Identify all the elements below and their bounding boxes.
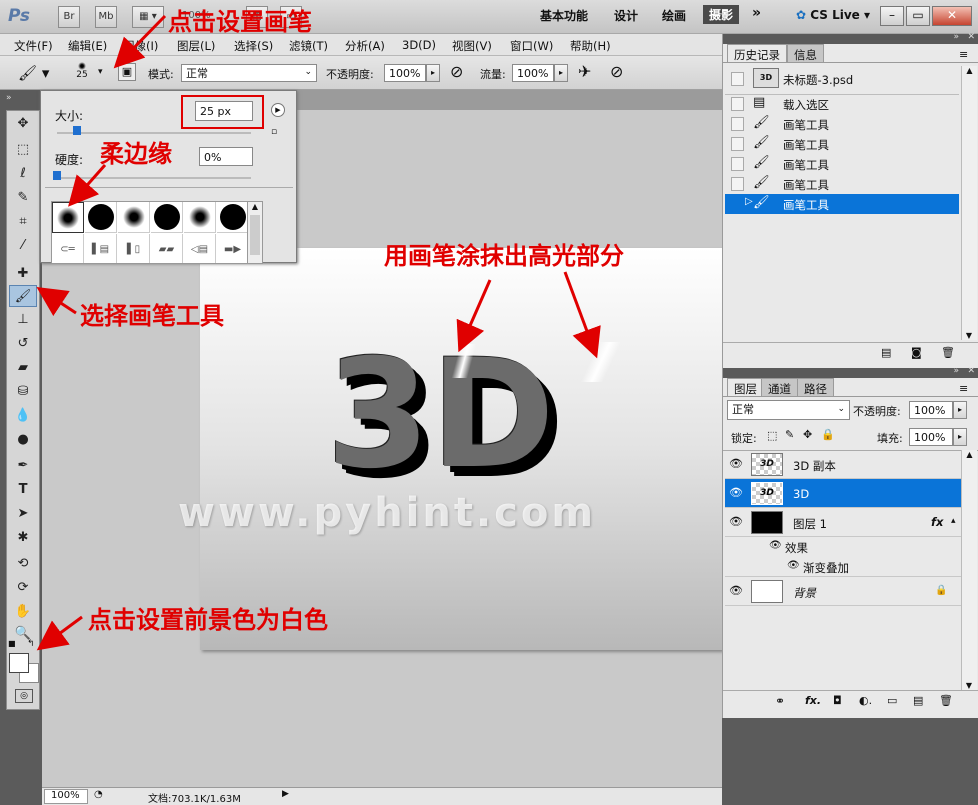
annotation-select-brush: 选择画笔工具 bbox=[80, 302, 224, 330]
arrow-to-highlight-right bbox=[563, 271, 601, 359]
arrow-to-brush-tool bbox=[36, 287, 77, 317]
arrow-to-highlight-left bbox=[456, 279, 492, 353]
arrow-to-foreground-color bbox=[36, 615, 83, 651]
annotation-soft-edge: 柔边缘 bbox=[100, 140, 172, 168]
arrow-to-brush-picker bbox=[113, 14, 167, 69]
annotation-brush-setting: 点击设置画笔 bbox=[168, 8, 312, 36]
annotation-foreground: 点击设置前景色为白色 bbox=[88, 606, 328, 634]
annotation-arrows bbox=[36, 14, 601, 651]
annotation-highlight: 用画笔涂抹出高光部分 bbox=[384, 242, 624, 270]
arrow-to-soft-brush bbox=[68, 164, 107, 207]
